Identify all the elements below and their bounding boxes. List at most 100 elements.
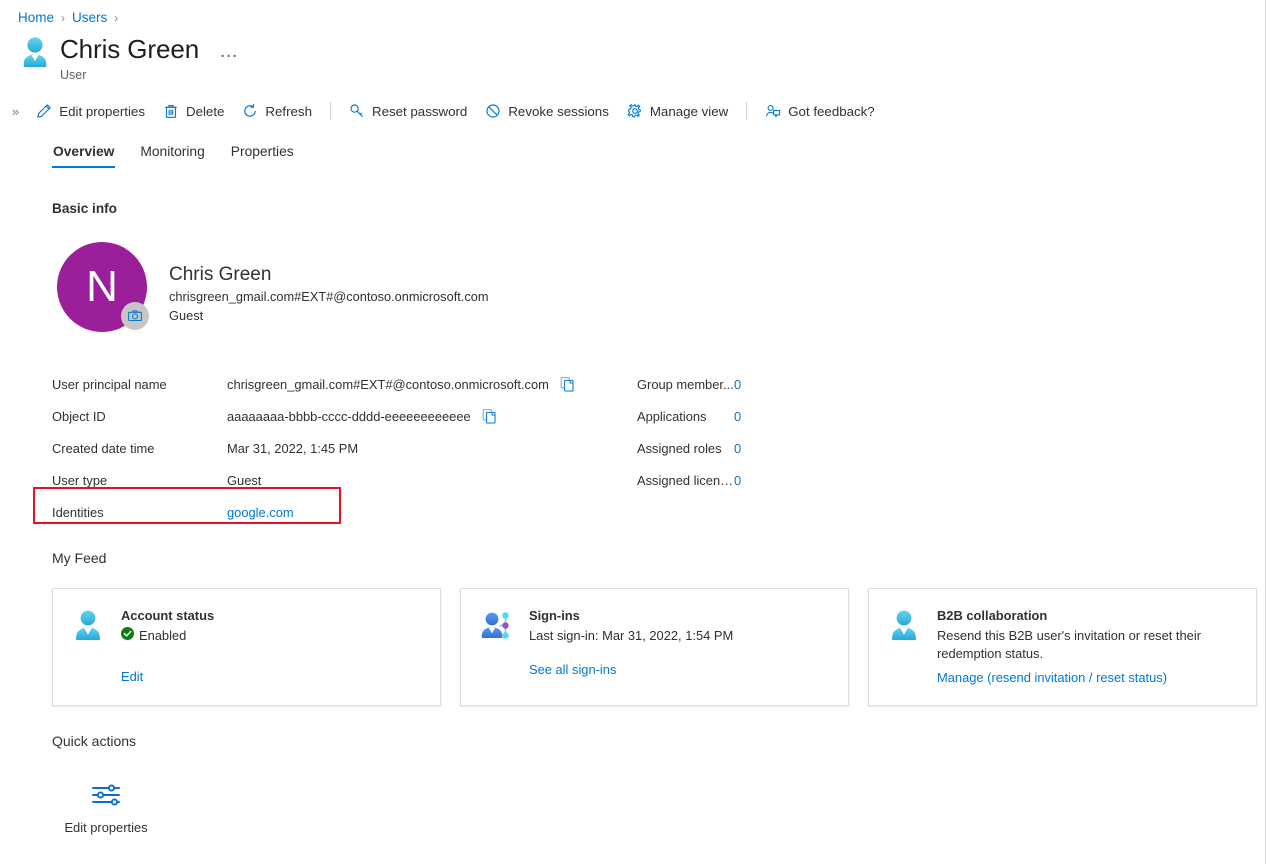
card-status-text: Enabled: [139, 628, 187, 643]
tab-properties-label: Properties: [230, 144, 294, 159]
breadcrumb-item-users[interactable]: Users: [72, 9, 107, 27]
applications-count-link[interactable]: 0: [734, 409, 741, 424]
check-circle-icon: [121, 627, 134, 645]
identity-text: Chris Green chrisgreen_gmail.com#EXT#@co…: [169, 242, 489, 325]
user-overview-page: Home › Users › Chris Green … User » Edit…: [0, 0, 1266, 864]
tab-overview[interactable]: Overview: [40, 140, 127, 168]
user-network-icon: [477, 607, 515, 645]
user-icon: [885, 607, 923, 645]
card-title: B2B collaboration: [937, 608, 1048, 623]
my-feed-cards: Account status Enabled Edit Sign-ins Las…: [52, 588, 1257, 706]
reset-password-button[interactable]: Reset password: [340, 99, 476, 123]
property-row-assigned-roles: Assigned roles 0: [637, 432, 897, 464]
card-body: Sign-ins Last sign-in: Mar 31, 2022, 1:5…: [529, 607, 832, 693]
expand-chevron-icon[interactable]: »: [10, 104, 27, 119]
quick-action-label: Edit properties: [64, 820, 148, 835]
pencil-icon: [36, 103, 52, 119]
got-feedback-label: Got feedback?: [788, 103, 875, 119]
identity-user-type: Guest: [169, 308, 204, 323]
page-title: Chris Green: [60, 34, 200, 64]
properties-left-column: User principal name chrisgreen_gmail.com…: [52, 368, 612, 528]
property-row-object-id: Object ID aaaaaaaa-bbbb-cccc-dddd-eeeeee…: [52, 400, 612, 432]
property-label: User type: [52, 472, 108, 488]
tab-bar: Overview Monitoring Properties: [40, 140, 307, 168]
property-row-created-date-time: Created date time Mar 31, 2022, 1:45 PM: [52, 432, 612, 464]
property-label: Assigned licens...: [637, 472, 734, 488]
property-value-text: chrisgreen_gmail.com#EXT#@contoso.onmicr…: [227, 376, 549, 392]
my-feed-heading: My Feed: [52, 550, 107, 566]
got-feedback-button[interactable]: Got feedback?: [756, 99, 884, 123]
copy-icon[interactable]: [481, 408, 498, 425]
identity-display-name: Chris Green: [169, 264, 272, 285]
card-status: Enabled: [121, 627, 424, 645]
refresh-label: Refresh: [265, 103, 312, 119]
more-options-button[interactable]: …: [215, 42, 242, 61]
property-value-text: Guest: [227, 472, 262, 488]
tab-monitoring-label: Monitoring: [140, 144, 205, 159]
assigned-licenses-count-link[interactable]: 0: [734, 473, 741, 488]
manage-view-button[interactable]: Manage view: [618, 99, 737, 123]
reset-password-label: Reset password: [371, 103, 468, 119]
account-status-card: Account status Enabled Edit: [52, 588, 441, 706]
property-row-assigned-licenses: Assigned licens... 0: [637, 464, 897, 496]
sliders-icon: [89, 778, 123, 812]
property-label: Group member...: [637, 376, 734, 392]
breadcrumb: Home › Users ›: [18, 9, 118, 27]
property-value: Guest: [227, 473, 261, 488]
edit-properties-label: Edit properties: [59, 103, 145, 119]
property-value-text: Mar 31, 2022, 1:45 PM: [227, 440, 359, 456]
sign-ins-card: Sign-ins Last sign-in: Mar 31, 2022, 1:5…: [460, 588, 849, 706]
card-title: Sign-ins: [529, 608, 580, 623]
breadcrumb-separator-icon: ›: [61, 11, 66, 25]
property-value: aaaaaaaa-bbbb-cccc-dddd-eeeeeeeeeeee: [227, 408, 498, 425]
property-row-user-principal-name: User principal name chrisgreen_gmail.com…: [52, 368, 612, 400]
command-toolbar: » Edit properties Delete Refresh Reset p…: [0, 96, 1257, 126]
camera-icon[interactable]: [121, 302, 149, 330]
property-row-group-memberships: Group member... 0: [637, 368, 897, 400]
property-label: User principal name: [52, 376, 167, 392]
quick-action-edit-properties[interactable]: Edit properties: [62, 778, 150, 835]
property-label: Applications: [637, 408, 707, 424]
tab-properties[interactable]: Properties: [218, 140, 307, 168]
edit-account-status-link[interactable]: Edit: [121, 669, 143, 684]
page-subtitle: User: [60, 68, 87, 82]
card-subtitle-text: Resend this B2B user's invitation or res…: [937, 628, 1201, 661]
group-memberships-count-link[interactable]: 0: [734, 377, 741, 392]
quick-actions-list: Edit properties: [62, 778, 150, 835]
property-value-text: aaaaaaaa-bbbb-cccc-dddd-eeeeeeeeeeee: [227, 408, 471, 424]
identities-value-link[interactable]: google.com: [227, 505, 294, 520]
avatar: N: [57, 242, 149, 332]
see-all-sign-ins-link[interactable]: See all sign-ins: [529, 662, 616, 677]
manage-b2b-link[interactable]: Manage (resend invitation / reset status…: [937, 670, 1167, 685]
refresh-icon: [242, 103, 258, 119]
property-label: Object ID: [52, 408, 106, 424]
edit-properties-button[interactable]: Edit properties: [27, 99, 154, 123]
card-body: Account status Enabled Edit: [121, 607, 424, 693]
card-subtitle-text: Last sign-in: Mar 31, 2022, 1:54 PM: [529, 628, 734, 643]
basic-info-heading: Basic info: [52, 201, 117, 216]
revoke-sessions-button[interactable]: Revoke sessions: [476, 99, 618, 123]
trash-icon: [163, 103, 179, 119]
key-icon: [349, 103, 365, 119]
assigned-roles-count-link[interactable]: 0: [734, 441, 741, 456]
tab-monitoring[interactable]: Monitoring: [127, 140, 217, 168]
revoke-sessions-label: Revoke sessions: [508, 103, 609, 119]
card-subtitle: Last sign-in: Mar 31, 2022, 1:54 PM: [529, 627, 832, 645]
breadcrumb-item-home[interactable]: Home: [18, 9, 54, 27]
b2b-collaboration-card: B2B collaboration Resend this B2B user's…: [868, 588, 1257, 706]
delete-button[interactable]: Delete: [154, 99, 233, 123]
tab-overview-label: Overview: [53, 144, 115, 159]
avatar-initial: N: [86, 262, 118, 311]
copy-icon[interactable]: [559, 376, 576, 393]
page-header: Chris Green … User: [18, 33, 242, 83]
identity-upn: chrisgreen_gmail.com#EXT#@contoso.onmicr…: [169, 289, 489, 304]
refresh-button[interactable]: Refresh: [233, 99, 321, 123]
card-subtitle: Resend this B2B user's invitation or res…: [937, 627, 1240, 663]
card-title: Account status: [121, 608, 215, 623]
property-label: Created date time: [52, 440, 155, 456]
property-value: Mar 31, 2022, 1:45 PM: [227, 441, 358, 456]
property-row-identities: Identities google.com: [52, 496, 612, 528]
property-label: Assigned roles: [637, 440, 722, 456]
feedback-icon: [765, 103, 781, 119]
property-label: Identities: [52, 504, 104, 520]
